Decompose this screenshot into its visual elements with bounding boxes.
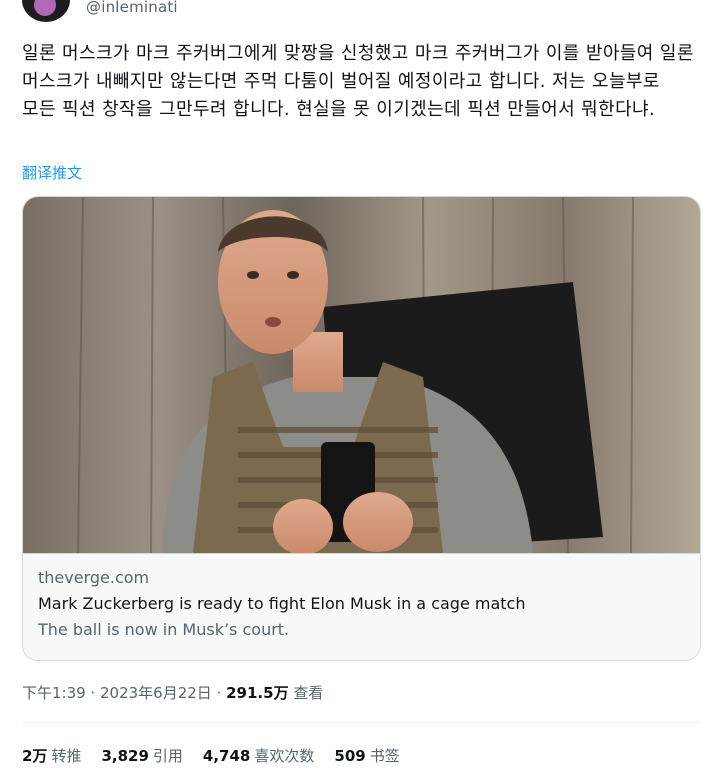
retweets-count: 2万 xyxy=(22,747,48,765)
bookmarks-count: 509 xyxy=(334,747,366,765)
tweet-timestamp-row: 下午1:39 · 2023年6月22日 · 291.5万 查看 xyxy=(22,682,323,703)
retweets-stat[interactable]: 2万 转推 xyxy=(22,745,81,766)
views-count: 291.5万 xyxy=(226,684,289,702)
likes-stat[interactable]: 4,748 喜欢次数 xyxy=(203,745,314,766)
card-title: Mark Zuckerberg is ready to fight Elon M… xyxy=(38,594,526,613)
avatar-face xyxy=(34,0,56,16)
meta-separator: · xyxy=(211,684,227,702)
quotes-stat[interactable]: 3,829 引用 xyxy=(101,745,182,766)
tweet-stats: 2万 转推 3,829 引用 4,748 喜欢次数 509 书签 xyxy=(22,745,400,766)
quotes-label: 引用 xyxy=(152,747,183,765)
retweets-label: 转推 xyxy=(51,747,82,765)
likes-label: 喜欢次数 xyxy=(254,747,315,765)
tweet-text: 일론 머스크가 마크 주커버그에게 맞짱을 신청했고 마크 주커버그가 이를 받… xyxy=(22,43,694,120)
divider xyxy=(22,722,699,723)
card-image[interactable] xyxy=(23,197,700,553)
translate-tweet-link[interactable]: 翻译推文 xyxy=(22,162,82,183)
bookmarks-label: 书签 xyxy=(369,747,400,765)
likes-count: 4,748 xyxy=(202,747,251,765)
bookmarks-stat[interactable]: 509 书签 xyxy=(334,745,399,766)
card-domain: theverge.com xyxy=(38,568,150,587)
author-handle[interactable]: @inleminati xyxy=(86,0,178,16)
quotes-count: 3,829 xyxy=(101,747,149,765)
tweet-date[interactable]: 2023年6月22日 xyxy=(100,684,212,702)
meta-separator: · xyxy=(85,684,100,702)
card-description: The ball is now in Musk’s court. xyxy=(38,620,290,639)
card-meta[interactable]: theverge.com Mark Zuckerberg is ready to… xyxy=(23,553,700,660)
author-avatar[interactable] xyxy=(22,0,70,22)
views-label: 查看 xyxy=(293,684,324,702)
tweet-time[interactable]: 下午1:39 xyxy=(22,684,86,702)
link-card[interactable]: theverge.com Mark Zuckerberg is ready to… xyxy=(22,196,701,661)
